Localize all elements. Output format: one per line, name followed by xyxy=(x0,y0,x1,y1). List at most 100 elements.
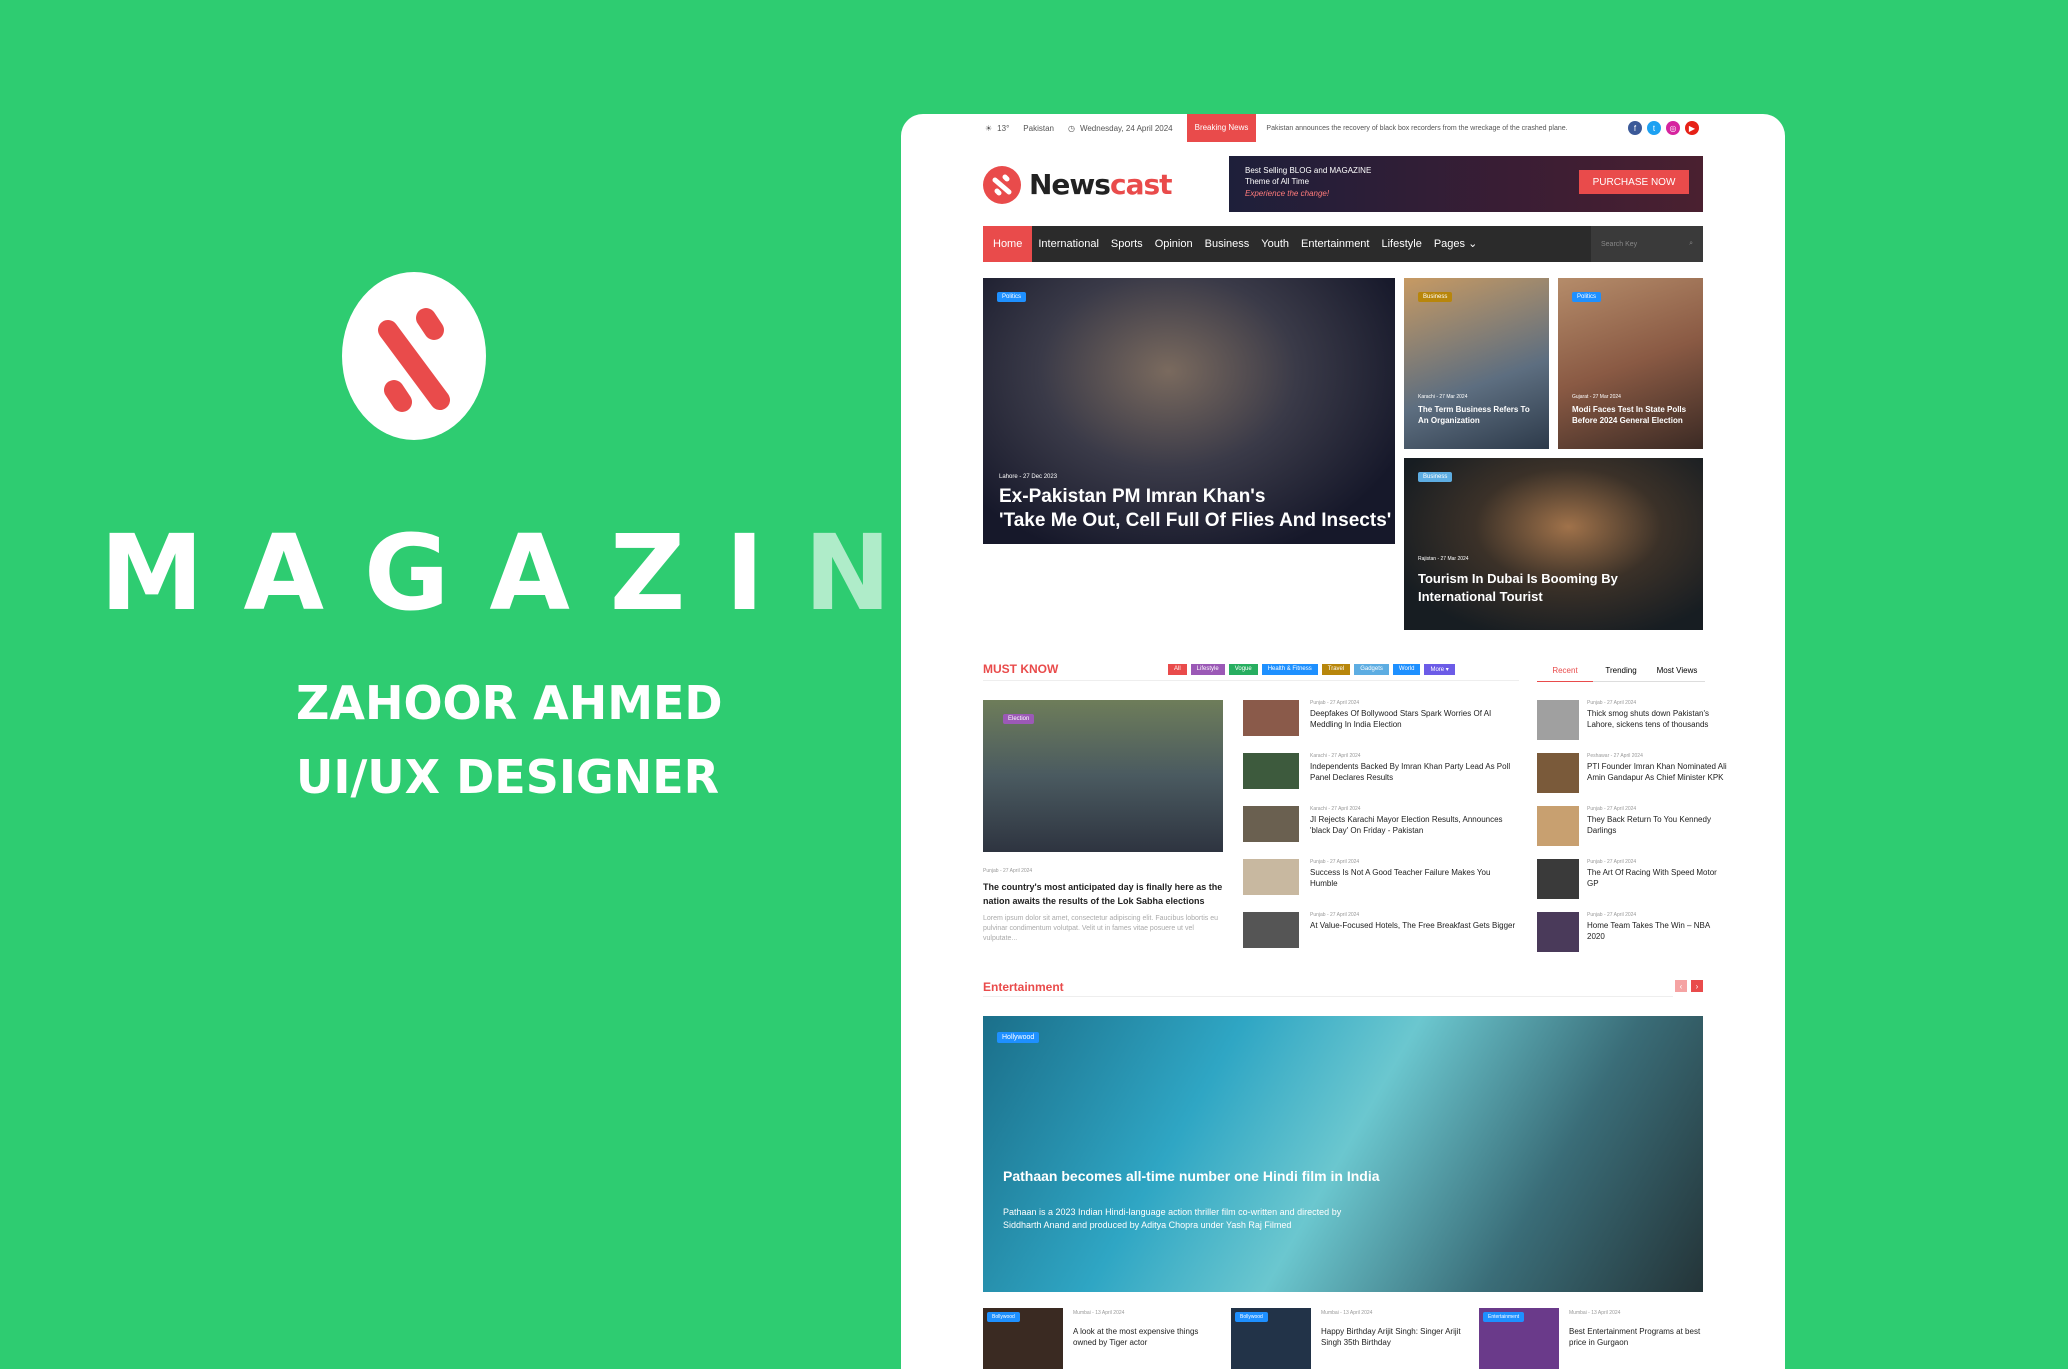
hero-card-2-meta: Gujarat - 27 Mar 2024 xyxy=(1572,394,1621,400)
list-item-thumbnail[interactable] xyxy=(1243,700,1299,736)
prev-arrow-icon[interactable]: ‹ xyxy=(1675,980,1687,992)
hero-main-image[interactable]: Politics Lahore - 27 Dec 2023 Ex-Pakista… xyxy=(983,278,1395,544)
author-role: UI/UX DESIGNER xyxy=(296,750,720,804)
sidebar-item-title[interactable]: PTI Founder Imran Khan Nominated Ali Ami… xyxy=(1587,761,1727,783)
filter-pill[interactable]: All xyxy=(1168,664,1187,675)
sidebar-item-title[interactable]: Home Team Takes The Win – NBA 2020 xyxy=(1587,920,1727,942)
sidebar-item-title[interactable]: The Art Of Racing With Speed Motor GP xyxy=(1587,867,1727,889)
newscast-logo-icon[interactable] xyxy=(983,166,1021,204)
entertainment-card-title[interactable]: A look at the most expensive things owne… xyxy=(1073,1326,1223,1348)
youtube-icon[interactable]: ▶ xyxy=(1685,121,1699,135)
entertainment-title: Entertainment xyxy=(983,980,1064,994)
entertainment-card-tag[interactable]: Bollywood xyxy=(987,1312,1020,1322)
list-item-thumbnail[interactable] xyxy=(1243,859,1299,895)
x-mark-icon xyxy=(378,308,450,412)
feature-meta: Punjab - 27 April 2024 xyxy=(983,868,1033,874)
hero-card-1-title[interactable]: The Term Business Refers To An Organizat… xyxy=(1418,404,1536,426)
nav-business[interactable]: Business xyxy=(1199,226,1256,262)
feature-title[interactable]: The country's most anticipated day is fi… xyxy=(983,880,1225,908)
entertainment-card-thumbnail[interactable]: Bollywood xyxy=(1231,1308,1311,1369)
social-links: f t ◎ ▶ xyxy=(1628,121,1699,135)
filter-pill[interactable]: Gadgets xyxy=(1354,664,1389,675)
list-item-thumbnail[interactable] xyxy=(1243,912,1299,948)
feature-excerpt: Lorem ipsum dolor sit amet, consectetur … xyxy=(983,915,1218,942)
nav-entertainment[interactable]: Entertainment xyxy=(1295,226,1375,262)
chevron-down-icon: ⌄ xyxy=(1468,238,1478,250)
hero-main-tag[interactable]: Politics xyxy=(997,292,1027,302)
purchase-now-button[interactable]: PURCHASE NOW xyxy=(1579,170,1689,194)
entertainment-card-thumbnail[interactable]: Bollywood xyxy=(983,1308,1063,1369)
hero-card-2-title[interactable]: Modi Faces Test In State Polls Before 20… xyxy=(1572,404,1690,426)
sidebar-item-meta: Peshawar - 27 April 2024 xyxy=(1587,753,1643,759)
hero-card-3-tag[interactable]: Business xyxy=(1418,472,1453,482)
filter-pill[interactable]: Health & Fitness xyxy=(1261,664,1318,675)
twitter-icon[interactable]: t xyxy=(1647,121,1661,135)
search-input[interactable]: Search Key ⌕ xyxy=(1591,226,1703,262)
list-item-title[interactable]: Success Is Not A Good Teacher Failure Ma… xyxy=(1310,867,1520,889)
nav-home[interactable]: Home xyxy=(983,226,1033,262)
banner-text: Pathaan is a 2023 Indian Hindi-language … xyxy=(1003,1207,1342,1230)
must-know-divider xyxy=(983,680,1519,681)
entertainment-divider xyxy=(983,996,1673,997)
list-item-thumbnail[interactable] xyxy=(1243,753,1299,789)
tab-most-views[interactable]: Most Views xyxy=(1649,666,1705,682)
sidebar-tabs: Recent Trending Most Views xyxy=(1537,666,1705,682)
nav-opinion[interactable]: Opinion xyxy=(1149,226,1199,262)
entertainment-card-title[interactable]: Best Entertainment Programs at best pric… xyxy=(1569,1326,1719,1348)
sidebar-item-thumbnail[interactable] xyxy=(1537,753,1579,793)
nav-pages[interactable]: Pages ⌄ xyxy=(1428,226,1483,262)
sidebar-item-thumbnail[interactable] xyxy=(1537,806,1579,846)
instagram-icon[interactable]: ◎ xyxy=(1666,121,1680,135)
entertainment-card-tag[interactable]: Bollywood xyxy=(1235,1312,1268,1322)
filter-pill[interactable]: Travel xyxy=(1321,664,1351,675)
must-know-feature-image[interactable]: Election xyxy=(983,700,1223,852)
list-item-title[interactable]: JI Rejects Karachi Mayor Election Result… xyxy=(1310,814,1520,836)
entertainment-card-thumbnail[interactable]: Entertainment xyxy=(1479,1308,1559,1369)
promo-banner[interactable]: Best Selling BLOG and MAGAZINE Theme of … xyxy=(1229,156,1703,212)
next-arrow-icon[interactable]: › xyxy=(1691,980,1703,992)
tab-trending[interactable]: Trending xyxy=(1593,666,1649,682)
banner-tag[interactable]: Hollywood xyxy=(997,1032,1040,1043)
author-name: ZAHOOR AHMED xyxy=(296,676,723,730)
feature-tag[interactable]: Election xyxy=(1003,714,1035,724)
banner-title[interactable]: Pathaan becomes all-time number one Hind… xyxy=(1003,1168,1380,1184)
nav-lifestyle[interactable]: Lifestyle xyxy=(1375,226,1427,262)
sidebar-item-title[interactable]: Thick smog shuts down Pakistan's Lahore,… xyxy=(1587,708,1727,730)
filter-pill[interactable]: More ▾ xyxy=(1424,664,1455,675)
filter-pill[interactable]: Vogue xyxy=(1228,664,1258,675)
nav-international[interactable]: International xyxy=(1032,226,1105,262)
hero-main-title-2[interactable]: 'Take Me Out, Cell Full Of Flies And Ins… xyxy=(999,510,1391,532)
list-item-title[interactable]: Deepfakes Of Bollywood Stars Spark Worri… xyxy=(1310,708,1520,730)
list-item-title[interactable]: At Value-Focused Hotels, The Free Breakf… xyxy=(1310,920,1520,931)
brand-logo xyxy=(342,272,486,440)
tab-recent[interactable]: Recent xyxy=(1537,666,1593,682)
list-item-title[interactable]: Independents Backed By Imran Khan Party … xyxy=(1310,761,1520,783)
sidebar-item-thumbnail[interactable] xyxy=(1537,700,1579,740)
hero-card-3-image[interactable]: Business Rajistan - 27 Mar 2024 Tourism … xyxy=(1404,458,1703,630)
site-logo-text[interactable]: Newscast xyxy=(1029,168,1173,201)
entertainment-banner[interactable]: Hollywood Pathaan becomes all-time numbe… xyxy=(983,1016,1703,1292)
facebook-icon[interactable]: f xyxy=(1628,121,1642,135)
hero-card-2-image[interactable]: Politics Gujarat - 27 Mar 2024 Modi Face… xyxy=(1558,278,1703,449)
carousel-arrows: ‹ › xyxy=(1675,980,1703,992)
entertainment-card-title[interactable]: Happy Birthday Arijit Singh: Singer Arij… xyxy=(1321,1326,1471,1348)
hero-card-3-title[interactable]: Tourism In Dubai Is Booming By Internati… xyxy=(1418,570,1618,606)
sidebar-item-title[interactable]: They Back Return To You Kennedy Darlings xyxy=(1587,814,1727,836)
nav-sports[interactable]: Sports xyxy=(1105,226,1149,262)
website-mockup: ☀ 13° Pakistan ◷ Wednesday, 24 April 2024 … xyxy=(901,114,1785,1369)
filter-pill[interactable]: Lifestyle xyxy=(1190,664,1225,675)
sidebar-item-thumbnail[interactable] xyxy=(1537,912,1579,952)
filter-pill[interactable]: World xyxy=(1392,664,1421,675)
hero-card-1-image[interactable]: Business Karachi - 27 Mar 2024 The Term … xyxy=(1404,278,1549,449)
entertainment-card-tag[interactable]: Entertainment xyxy=(1483,1312,1525,1322)
must-know-title: MUST KNOW xyxy=(983,662,1059,676)
breaking-news-text[interactable]: Pakistan announces the recovery of black… xyxy=(1266,125,1567,132)
hero-main-title-1[interactable]: Ex-Pakistan PM Imran Khan's xyxy=(999,486,1265,508)
list-item-thumbnail[interactable] xyxy=(1243,806,1299,842)
hero-card-2-tag[interactable]: Politics xyxy=(1572,292,1602,302)
sidebar-item-thumbnail[interactable] xyxy=(1537,859,1579,899)
nav-youth[interactable]: Youth xyxy=(1255,226,1295,262)
weather: ☀ 13° xyxy=(985,123,1010,133)
hero-card-1-tag[interactable]: Business xyxy=(1418,292,1453,302)
sidebar-item-meta: Punjab - 27 April 2024 xyxy=(1587,700,1637,706)
